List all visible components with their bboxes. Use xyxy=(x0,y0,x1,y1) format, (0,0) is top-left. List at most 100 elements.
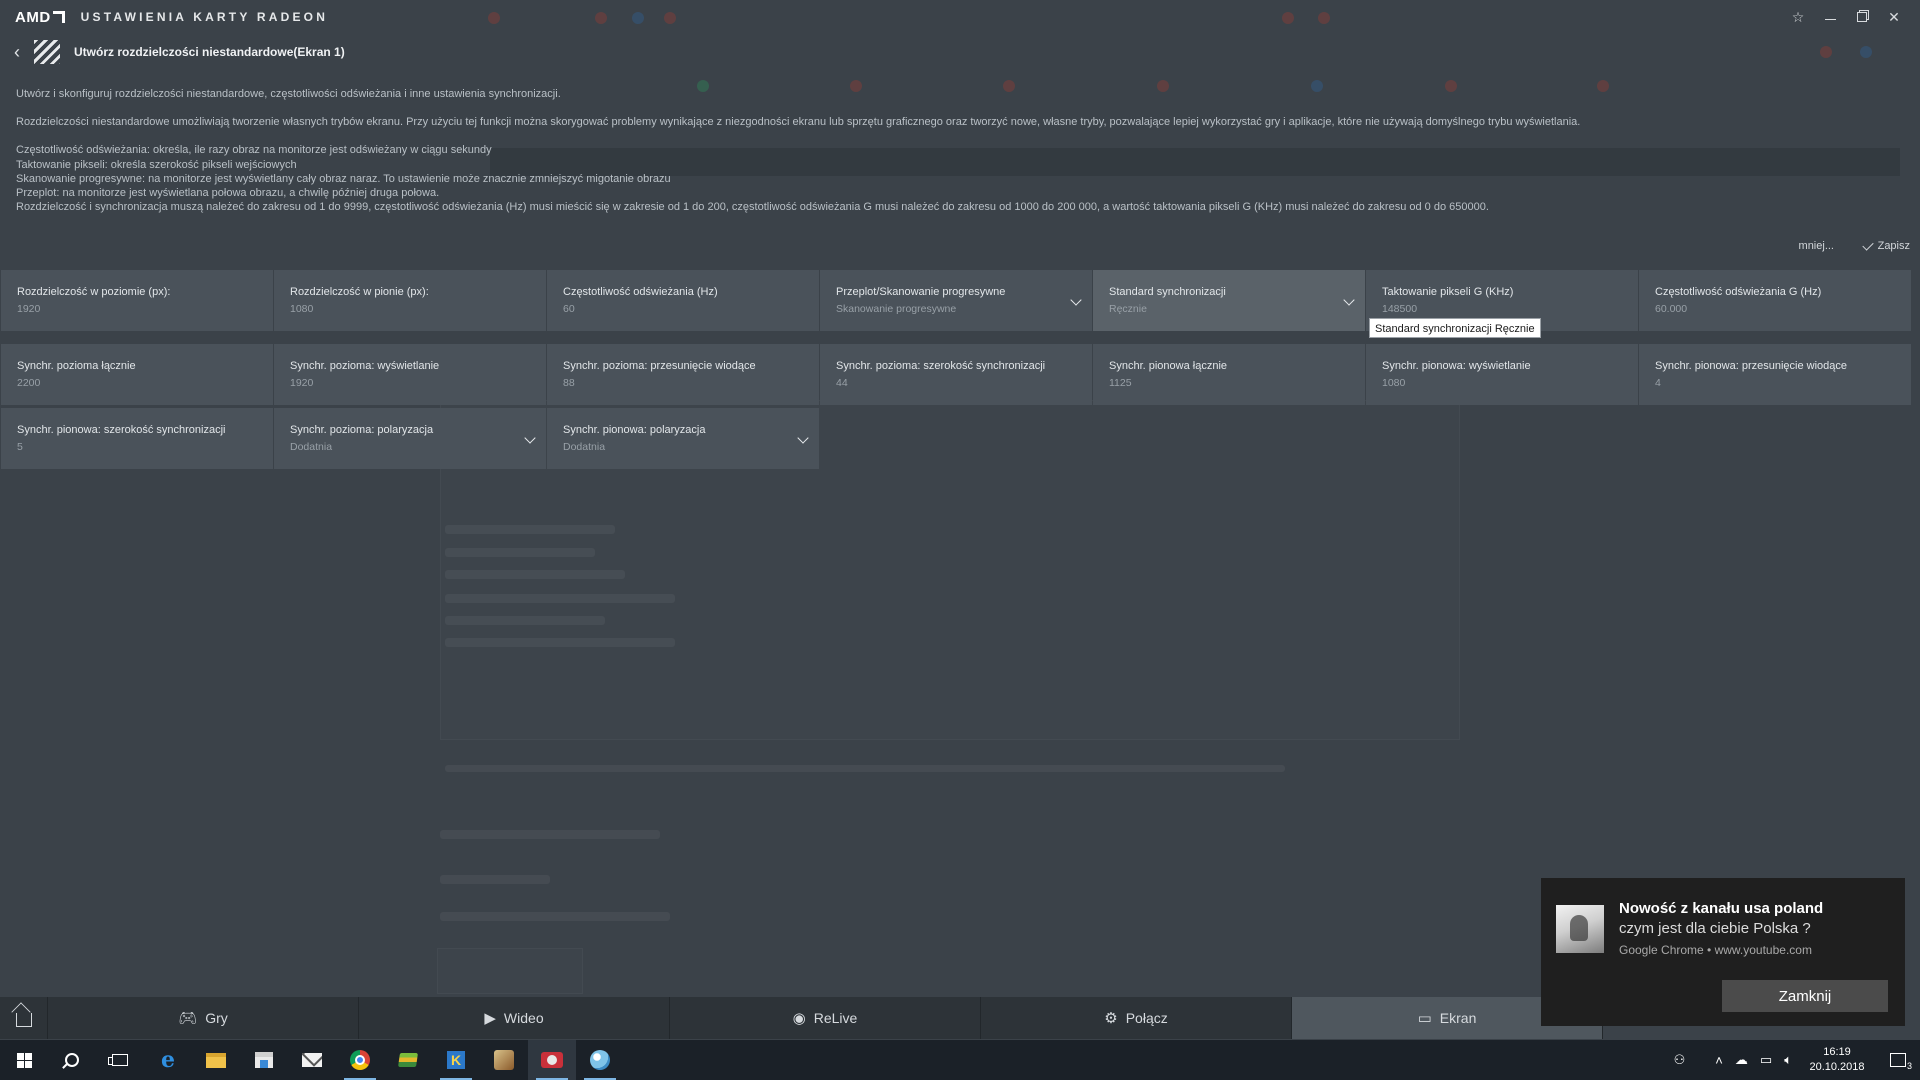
field-label: Synchr. pozioma: polaryzacja xyxy=(290,424,434,436)
notification-source: Google Chrome • www.youtube.com xyxy=(1619,943,1812,957)
vertical-resolution-field[interactable]: Rozdzielczość w pionie (px): 1080 xyxy=(274,270,546,331)
file-explorer-button[interactable] xyxy=(192,1040,240,1080)
stack-app-icon xyxy=(398,1053,418,1067)
people-icon[interactable]: ⚇ xyxy=(1674,1052,1686,1068)
mail-button[interactable] xyxy=(288,1040,336,1080)
page-header: ‹ Utwórz rozdzielczości niestandardowe(E… xyxy=(0,38,1920,66)
less-link[interactable]: mniej... xyxy=(1799,240,1834,252)
k-app-button[interactable]: K xyxy=(432,1040,480,1080)
field-label: Częstotliwość odświeżania G (Hz) xyxy=(1655,286,1822,298)
title-bar: AMD USTAWIENIA KARTY RADEON ☆ ✕ xyxy=(0,0,1920,34)
game-app-button[interactable] xyxy=(480,1040,528,1080)
v-polarity-dropdown[interactable]: Synchr. pionowa: polaryzacja Dodatnia xyxy=(547,408,819,469)
field-label: Synchr. pozioma łącznie xyxy=(17,360,136,372)
field-value: 4 xyxy=(1655,377,1661,389)
app-stack-button[interactable] xyxy=(384,1040,432,1080)
task-view-button[interactable] xyxy=(96,1040,144,1080)
note-line: Skanowanie progresywne: na monitorze jes… xyxy=(16,172,671,185)
horizontal-resolution-field[interactable]: Rozdzielczość w poziomie (px): 1920 xyxy=(1,270,273,331)
timing-standard-dropdown[interactable]: Standard synchronizacji Ręcznie xyxy=(1093,270,1365,331)
v-sync-width-field[interactable]: Synchr. pionowa: szerokość synchronizacj… xyxy=(1,408,273,469)
gamepad-icon: 🎮︎ xyxy=(178,1010,198,1027)
field-value: 148500 xyxy=(1382,303,1418,315)
scan-mode-dropdown[interactable]: Przeplot/Skanowanie progresywne Skanowan… xyxy=(820,270,1092,331)
field-value: 60.000 xyxy=(1655,303,1688,315)
tab-connect[interactable]: ⚙ Połącz xyxy=(981,997,1292,1039)
search-button[interactable] xyxy=(48,1040,96,1080)
v-total-field[interactable]: Synchr. pionowa łącznie 1125 xyxy=(1093,344,1365,405)
search-icon xyxy=(65,1053,79,1067)
notification-message: czym jest dla ciebie Polska ? xyxy=(1619,920,1811,937)
field-label: Synchr. pionowa łącznie xyxy=(1109,360,1228,372)
store-button[interactable] xyxy=(240,1040,288,1080)
time: 16:19 xyxy=(1823,1046,1851,1058)
field-value: Dodatnia xyxy=(290,441,333,453)
volume-icon[interactable]: 🔈︎ xyxy=(1784,1052,1792,1068)
g-refresh-rate-field[interactable]: Częstotliwość odświeżania G (Hz) 60.000 xyxy=(1639,270,1911,331)
field-row-2: Synchr. pozioma łącznie 2200 Synchr. poz… xyxy=(1,344,1911,405)
network-icon[interactable]: ▭ xyxy=(1760,1052,1772,1068)
description: Utwórz i skonfiguruj rozdzielczości nies… xyxy=(16,87,1906,214)
clock[interactable]: 16:19 20.10.2018 xyxy=(1798,1045,1876,1075)
note-line: Częstotliwość odświeżania: określa, ile … xyxy=(16,144,492,157)
action-center-button[interactable]: 3 xyxy=(1876,1040,1920,1080)
field-value: 5 xyxy=(17,441,23,453)
h-front-porch-field[interactable]: Synchr. pozioma: przesunięcie wiodące 88 xyxy=(547,344,819,405)
notification-close-button[interactable]: Zamknij xyxy=(1722,980,1888,1012)
field-value: 2200 xyxy=(17,377,41,389)
page-title: Utwórz rozdzielczości niestandardowe(Ekr… xyxy=(74,45,345,59)
field-label: Częstotliwość odświeżania (Hz) xyxy=(563,286,718,298)
h-polarity-dropdown[interactable]: Synchr. pozioma: polaryzacja Dodatnia xyxy=(274,408,546,469)
timing-standard-tooltip: Standard synchronizacji Ręcznie xyxy=(1369,318,1541,338)
date: 20.10.2018 xyxy=(1809,1061,1865,1073)
v-display-field[interactable]: Synchr. pionowa: wyświetlanie 1080 xyxy=(1366,344,1638,405)
tab-relive[interactable]: ◉ ReLive xyxy=(670,997,981,1039)
notification-title: Nowość z kanału usa poland xyxy=(1619,900,1824,917)
h-sync-width-field[interactable]: Synchr. pozioma: szerokość synchronizacj… xyxy=(820,344,1092,405)
start-button[interactable] xyxy=(0,1040,48,1080)
field-label: Standard synchronizacji xyxy=(1109,286,1226,298)
tab-games[interactable]: 🎮︎ Gry xyxy=(48,997,359,1039)
amd-logo: AMD xyxy=(15,9,65,26)
field-label: Synchr. pozioma: wyświetlanie xyxy=(290,360,440,372)
field-value: Skanowanie progresywne xyxy=(836,303,957,315)
cloud-icon[interactable]: ☁ xyxy=(1735,1052,1748,1068)
chrome-button[interactable] xyxy=(336,1040,384,1080)
field-row-3: Synchr. pionowa: szerokość synchronizacj… xyxy=(1,408,819,469)
field-label: Synchr. pozioma: szerokość synchronizacj… xyxy=(836,360,1046,372)
v-front-porch-field[interactable]: Synchr. pionowa: przesunięcie wiodące 4 xyxy=(1639,344,1911,405)
edge-button[interactable]: e xyxy=(144,1040,192,1080)
star-icon[interactable]: ☆ xyxy=(1782,0,1814,34)
h-total-field[interactable]: Synchr. pozioma łącznie 2200 xyxy=(1,344,273,405)
paint-icon xyxy=(590,1050,610,1070)
close-button[interactable]: ✕ xyxy=(1878,0,1910,34)
relive-icon: ◉ xyxy=(792,1010,806,1027)
notification-avatar xyxy=(1556,905,1604,953)
back-button[interactable]: ‹ xyxy=(10,42,24,62)
task-view-icon xyxy=(108,1054,128,1066)
home-button[interactable] xyxy=(0,997,48,1039)
minimize-button[interactable] xyxy=(1814,0,1846,34)
note-line: Rozdzielczość i synchronizacja muszą nal… xyxy=(16,201,1489,214)
refresh-rate-field[interactable]: Częstotliwość odświeżania (Hz) 60 xyxy=(547,270,819,331)
restore-button[interactable] xyxy=(1846,0,1878,34)
field-label: Synchr. pionowa: wyświetlanie xyxy=(1382,360,1531,372)
field-value: 1920 xyxy=(17,303,41,315)
field-value: 1125 xyxy=(1109,377,1132,389)
field-row-1: Rozdzielczość w poziomie (px): 1920 Rozd… xyxy=(1,270,1911,331)
radeon-button[interactable] xyxy=(528,1040,576,1080)
save-button[interactable]: Zapisz xyxy=(1861,238,1910,252)
h-display-field[interactable]: Synchr. pozioma: wyświetlanie 1920 xyxy=(274,344,546,405)
field-label: Synchr. pionowa: polaryzacja xyxy=(563,424,706,436)
folder-icon xyxy=(206,1052,226,1068)
field-value: 88 xyxy=(563,377,575,389)
field-value: Dodatnia xyxy=(563,441,606,453)
paint-button[interactable] xyxy=(576,1040,624,1080)
field-value: 44 xyxy=(836,377,848,389)
chevron-up-icon[interactable]: ˄ xyxy=(1715,1053,1723,1068)
notification-toast[interactable]: Nowość z kanału usa poland czym jest dla… xyxy=(1541,878,1905,1026)
notification-count: 3 xyxy=(1906,1061,1912,1071)
store-icon xyxy=(255,1052,273,1068)
play-icon: ▶ xyxy=(484,1010,496,1027)
tab-video[interactable]: ▶ Wideo xyxy=(359,997,670,1039)
